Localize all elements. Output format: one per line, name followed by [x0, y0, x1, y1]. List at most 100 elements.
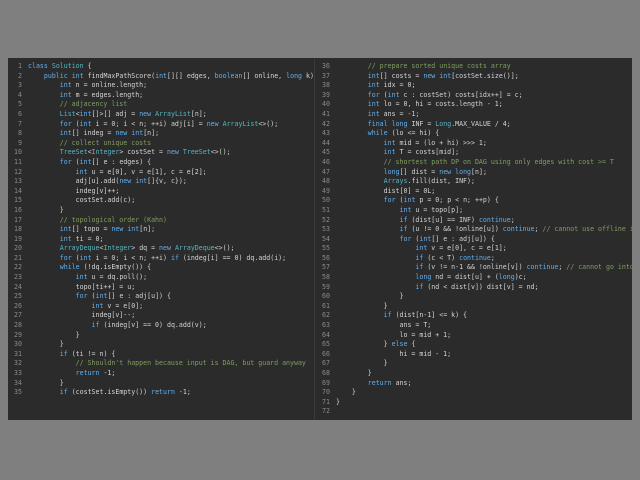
code-text: // adjacency list	[59, 100, 128, 109]
line-number: 44	[322, 138, 330, 147]
code-line[interactable]: 53 if (u != 0 && !online[u]) continue; /…	[316, 225, 632, 235]
line-number: 16	[14, 205, 22, 214]
code-line[interactable]: 18 int[] topo = new int[n];	[8, 225, 314, 235]
code-line[interactable]: 26 int v = e[0];	[8, 302, 314, 312]
code-line[interactable]: 30 }	[8, 340, 314, 350]
code-line[interactable]: 61 }	[316, 302, 632, 312]
code-line[interactable]: 3 int n = online.length;	[8, 81, 314, 91]
code-line[interactable]: 42 final long INF = Long.MAX_VALUE / 4;	[316, 120, 632, 130]
code-text: Arrays.fill(dist, INF);	[383, 177, 475, 186]
code-text: }	[336, 359, 388, 368]
code-line[interactable]: 48 Arrays.fill(dist, INF);	[316, 177, 632, 187]
code-line[interactable]: 17 // topological order (Kahn)	[8, 216, 314, 226]
code-line[interactable]: 54 for (int[] e : adj[u]) {	[316, 235, 632, 245]
line-number: 18	[14, 225, 22, 234]
code-line[interactable]: 33 return -1;	[8, 369, 314, 379]
code-line[interactable]: 60 }	[316, 292, 632, 302]
code-line[interactable]: 1 class Solution {	[8, 62, 314, 72]
editor-pane-left[interactable]: 1 class Solution {2 public int findMaxPat…	[8, 62, 314, 414]
code-line[interactable]: 25 for (int[] e : adj[u]) {	[8, 292, 314, 302]
code-line[interactable]: 71}	[316, 398, 632, 408]
code-line[interactable]: 63 ans = T;	[316, 321, 632, 331]
code-line[interactable]: 62 if (dist[n-1] <= k) {	[316, 311, 632, 321]
code-line[interactable]: 39 for (int c : costSet) costs[idx++] = …	[316, 91, 632, 101]
code-line[interactable]: 43 while (lo <= hi) {	[316, 129, 632, 139]
code-line[interactable]: 19 int ti = 0;	[8, 235, 314, 245]
code-line[interactable]: 16 }	[8, 206, 314, 216]
code-line[interactable]: 72	[316, 407, 632, 414]
code-text: }	[336, 369, 372, 377]
code-line[interactable]: 34 }	[8, 379, 314, 389]
code-line[interactable]: 6 List<int[]>[] adj = new ArrayList[n];	[8, 110, 314, 120]
code-line[interactable]: 70 }	[316, 388, 632, 398]
code-line[interactable]: 46 // shortest path DP on DAG using only…	[316, 158, 632, 168]
code-editor[interactable]: 1 class Solution {2 public int findMaxPat…	[8, 58, 632, 420]
code-line[interactable]: 41 int ans = -1;	[316, 110, 632, 120]
line-number: 45	[322, 148, 330, 157]
code-line[interactable]: 14 indeg[v]++;	[8, 187, 314, 197]
code-line[interactable]: 24 topo[ti++] = u;	[8, 283, 314, 293]
code-line[interactable]: 37 int[] costs = new int[costSet.size()]…	[316, 72, 632, 82]
code-line[interactable]: 22 while (!dq.isEmpty()) {	[8, 263, 314, 273]
code-line[interactable]: 65 } else {	[316, 340, 632, 350]
code-line[interactable]: 59 if (nd < dist[v]) dist[v] = nd;	[316, 283, 632, 293]
code-line[interactable]: 15 costSet.add(c);	[8, 196, 314, 206]
code-line[interactable]: 55 int v = e[0], c = e[1];	[316, 244, 632, 254]
code-text: int v = e[0];	[91, 301, 144, 310]
code-line[interactable]: 12 int u = e[0], v = e[1], c = e[2];	[8, 168, 314, 178]
line-number: 19	[14, 234, 22, 243]
code-line[interactable]: 57 if (v != n-1 && !online[v]) continue;…	[316, 263, 632, 273]
line-number: 59	[322, 282, 330, 291]
code-line[interactable]: 69 return ans;	[316, 379, 632, 389]
code-text: for (int[] e : adj[u]) {	[399, 234, 495, 243]
code-line[interactable]: 64 lo = mid + 1;	[316, 331, 632, 341]
code-line[interactable]: 38 int idx = 0;	[316, 81, 632, 91]
code-text: ArrayDeque<Integer> dq = new ArrayDeque<…	[59, 244, 235, 253]
code-line[interactable]: 2 public int findMaxPathScore(int[][] ed…	[8, 72, 314, 82]
line-number: 37	[322, 71, 330, 80]
code-line[interactable]: 52 if (dist[u] == INF) continue;	[316, 216, 632, 226]
code-line[interactable]: 31 if (ti != n) {	[8, 350, 314, 360]
code-line[interactable]: 9 // collect unique costs	[8, 139, 314, 149]
editor-pane-right[interactable]: 36 // prepare sorted unique costs array 3…	[316, 62, 632, 414]
line-number: 65	[322, 340, 330, 349]
code-line[interactable]: 58 long nd = dist[u] + (long)c;	[316, 273, 632, 283]
code-line[interactable]: 40 int lo = 0, hi = costs.length - 1;	[316, 100, 632, 110]
code-line[interactable]: 20 ArrayDeque<Integer> dq = new ArrayDeq…	[8, 244, 314, 254]
code-line[interactable]: 5 // adjacency list	[8, 100, 314, 110]
line-number: 14	[14, 186, 22, 195]
code-line[interactable]: 13 adj[u].add(new int[]{v, c});	[8, 177, 314, 187]
code-text: for (int[] e : edges) {	[59, 157, 152, 166]
code-line[interactable]: 47 long[] dist = new long[n];	[316, 168, 632, 178]
code-line[interactable]: 68 }	[316, 369, 632, 379]
code-line[interactable]: 35 if (costSet.isEmpty()) return -1;	[8, 388, 314, 398]
code-line[interactable]: 51 int u = topo[p];	[316, 206, 632, 216]
code-line[interactable]: 32 // Shouldn't happen because input is …	[8, 359, 314, 369]
line-number: 3	[18, 81, 22, 90]
code-text: int v = e[0], c = e[1];	[415, 244, 507, 253]
code-line[interactable]: 23 int u = dq.poll();	[8, 273, 314, 283]
code-line[interactable]: 66 hi = mid - 1;	[316, 350, 632, 360]
code-line[interactable]: 56 if (c < T) continue;	[316, 254, 632, 264]
code-line[interactable]: 50 for (int p = 0; p < n; ++p) {	[316, 196, 632, 206]
code-line[interactable]: 44 int mid = (lo + hi) >>> 1;	[316, 139, 632, 149]
line-number: 72	[322, 407, 330, 414]
code-line[interactable]: 45 int T = costs[mid];	[316, 148, 632, 158]
code-line[interactable]: 8 int[] indeg = new int[n];	[8, 129, 314, 139]
code-text: if (v != n-1 && !online[v]) continue; //…	[415, 263, 632, 272]
code-text: while (!dq.isEmpty()) {	[59, 263, 152, 272]
code-line[interactable]: 21 for (int i = 0; i < n; ++i) if (indeg…	[8, 254, 314, 264]
line-number: 15	[14, 196, 22, 205]
code-line[interactable]: 27 indeg[v]--;	[8, 311, 314, 321]
code-line[interactable]: 7 for (int i = 0; i < n; ++i) adj[i] = n…	[8, 120, 314, 130]
code-text: return ans;	[367, 378, 412, 387]
code-line[interactable]: 29 }	[8, 331, 314, 341]
code-line[interactable]: 28 if (indeg[v] == 0) dq.add(v);	[8, 321, 314, 331]
code-text: if (costSet.isEmpty()) return -1;	[59, 388, 191, 397]
code-line[interactable]: 49 dist[0] = 0L;	[316, 187, 632, 197]
code-line[interactable]: 11 for (int[] e : edges) {	[8, 158, 314, 168]
code-line[interactable]: 10 TreeSet<Integer> costSet = new TreeSe…	[8, 148, 314, 158]
code-line[interactable]: 67 }	[316, 359, 632, 369]
code-line[interactable]: 36 // prepare sorted unique costs array	[316, 62, 632, 72]
code-line[interactable]: 4 int m = edges.length;	[8, 91, 314, 101]
